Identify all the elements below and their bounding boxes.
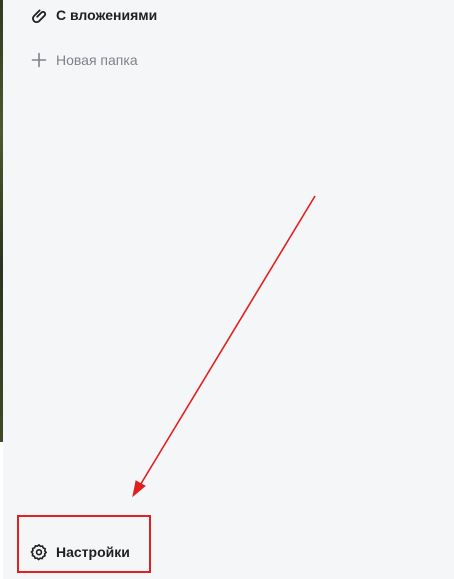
sidebar-item-label: С вложениями xyxy=(56,7,158,23)
plus-icon xyxy=(30,51,48,69)
paperclip-icon xyxy=(30,6,48,24)
highlight-box xyxy=(17,515,151,573)
new-folder-button[interactable]: Новая папка xyxy=(30,50,138,70)
mail-sidebar: С вложениями Новая папка Настройки xyxy=(3,0,454,579)
new-folder-label: Новая папка xyxy=(56,52,138,68)
screenshot-page: С вложениями Новая папка Настройки xyxy=(0,0,454,579)
sidebar-item-attachments[interactable]: С вложениями xyxy=(30,5,157,25)
